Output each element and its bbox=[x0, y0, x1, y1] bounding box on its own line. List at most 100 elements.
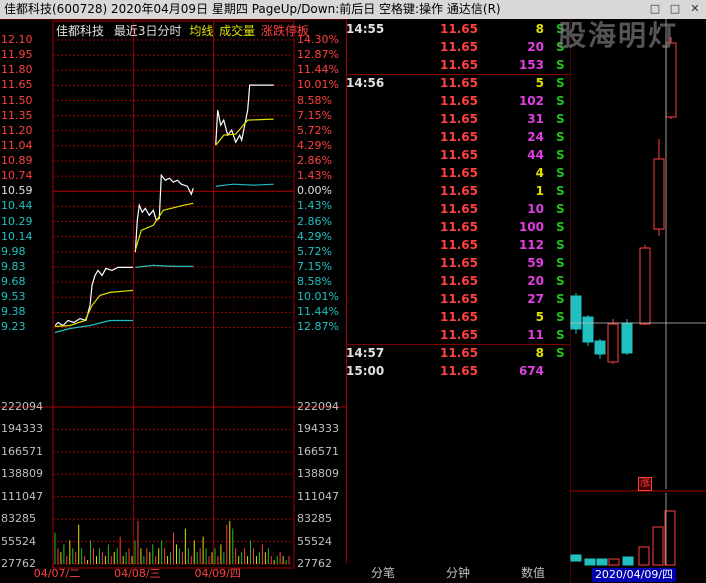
volume-label: 166571 bbox=[297, 444, 339, 458]
intraday-chart[interactable]: 佳都科技 最近3日分时 均线 成交量 涨跌停板 12.10 14.30% 11.95… bbox=[0, 19, 346, 583]
pct-label: 1.43% bbox=[297, 199, 332, 213]
price-line-day1 bbox=[54, 266, 133, 327]
tick-side: S bbox=[556, 292, 565, 306]
tick-vol: 20 bbox=[527, 40, 544, 54]
pct-label: 10.01% bbox=[297, 78, 339, 92]
pct-label: 4.29% bbox=[297, 229, 332, 243]
tick-price: 11.65 bbox=[440, 148, 478, 162]
candle-body bbox=[607, 323, 619, 363]
price-label: 9.53 bbox=[1, 290, 26, 304]
window-title: 佳都科技(600728) 2020年04月09日 星期四 PageUp/Down… bbox=[4, 2, 501, 16]
tab-minutes[interactable]: 分钟 bbox=[420, 563, 496, 583]
tick-row: 11.65 1 S bbox=[346, 182, 570, 200]
chart-header: 佳都科技 最近3日分时 均线 成交量 涨跌停板 bbox=[56, 22, 309, 39]
tick-price: 11.65 bbox=[440, 40, 478, 54]
price-line-day3 bbox=[215, 84, 274, 146]
volume-label: 222094 bbox=[297, 400, 339, 413]
candle-body bbox=[653, 158, 665, 230]
tick-price: 11.65 bbox=[440, 292, 478, 306]
tick-side: S bbox=[556, 274, 565, 288]
volume-label: 138809 bbox=[1, 467, 43, 481]
tick-vol: 8 bbox=[535, 22, 544, 36]
tick-price: 11.65 bbox=[440, 112, 478, 126]
tick-time: 14:57 bbox=[346, 346, 385, 360]
price-label: 11.95 bbox=[1, 48, 33, 62]
tick-price: 11.65 bbox=[440, 328, 478, 342]
volume-label: 27762 bbox=[297, 557, 332, 570]
pct-label: 2.86% bbox=[297, 214, 332, 228]
tick-vol: 59 bbox=[527, 256, 544, 270]
tick-vol: 20 bbox=[527, 274, 544, 288]
tick-vol: 112 bbox=[518, 238, 544, 252]
kline-volume-bar bbox=[584, 558, 596, 566]
kline-volume-bar bbox=[652, 526, 664, 566]
tick-time: 14:55 bbox=[346, 22, 385, 36]
price-label: 12.10 bbox=[1, 33, 33, 46]
tick-row: 11.65 10 S bbox=[346, 200, 570, 218]
tick-side: S bbox=[556, 202, 565, 216]
ref-line-day3 bbox=[215, 183, 274, 187]
tick-side: S bbox=[556, 148, 565, 162]
tick-side: S bbox=[556, 310, 565, 324]
tick-row: 11.65 112 S bbox=[346, 236, 570, 254]
tick-price: 11.65 bbox=[440, 220, 478, 234]
price-label: 11.80 bbox=[1, 63, 33, 77]
tick-side: S bbox=[556, 328, 565, 342]
candle-body bbox=[639, 247, 651, 325]
tick-price: 11.65 bbox=[440, 238, 478, 252]
price-label: 10.89 bbox=[1, 154, 33, 168]
tab-values[interactable]: 数值 bbox=[496, 563, 570, 583]
tick-price: 11.65 bbox=[440, 202, 478, 216]
date-label: 04/09/四 bbox=[194, 567, 241, 580]
tick-price: 11.65 bbox=[440, 310, 478, 324]
pct-label: 1.43% bbox=[297, 169, 332, 183]
candle-body bbox=[665, 42, 677, 118]
close-icon[interactable]: ✕ bbox=[688, 2, 702, 16]
volume-label: 55524 bbox=[1, 534, 36, 548]
volume-label: 83285 bbox=[1, 512, 36, 526]
tick-side: S bbox=[556, 166, 565, 180]
kline-volume-bar bbox=[622, 556, 634, 566]
tick-time: 15:00 bbox=[346, 364, 385, 378]
watermark: 股海明灯 bbox=[558, 19, 679, 52]
tick-list[interactable]: 14:55 11.65 8 S 11.65 20 S 11.65 153 S 14:56 11.65 5… bbox=[346, 19, 570, 563]
tick-price: 11.65 bbox=[440, 130, 478, 144]
pct-label: 11.44% bbox=[297, 63, 339, 77]
pct-label: 14.30% bbox=[297, 33, 339, 46]
kline-volume-bar bbox=[664, 510, 676, 566]
tick-time: 14:56 bbox=[346, 76, 385, 90]
kline-volume-bar bbox=[638, 546, 650, 566]
tick-price: 11.65 bbox=[440, 22, 478, 36]
tick-side: S bbox=[556, 238, 565, 252]
tick-row: 11.65 102 S bbox=[346, 92, 570, 110]
ref-line-day2 bbox=[135, 264, 194, 268]
tab-ticks[interactable]: 分笔 bbox=[346, 563, 420, 583]
candle-body bbox=[582, 316, 594, 343]
kline-panel[interactable]: 涨 2020/04/09/四 bbox=[570, 19, 706, 583]
stock-name: 佳都科技 bbox=[56, 24, 105, 38]
pct-label: 7.15% bbox=[297, 108, 332, 122]
tick-vol: 31 bbox=[527, 112, 544, 126]
kline-volume-bar bbox=[608, 558, 620, 566]
kline-date-label: 2020/04/09/四 bbox=[592, 568, 676, 582]
price-label: 10.29 bbox=[1, 214, 33, 228]
kline-volume-bar bbox=[570, 554, 582, 562]
intraday-chart-svg bbox=[0, 19, 346, 569]
tick-side: S bbox=[556, 184, 565, 198]
legend-avg: 均线 bbox=[189, 24, 214, 38]
tick-vol: 5 bbox=[535, 310, 544, 324]
tick-row: 15:00 11.65 674 bbox=[346, 362, 570, 380]
pct-label: 11.44% bbox=[297, 305, 339, 319]
date-label: 04/08/三 bbox=[114, 567, 161, 580]
bottom-tabs: 分笔 分钟 数值 bbox=[346, 563, 570, 583]
tick-side: S bbox=[556, 94, 565, 108]
price-label: 9.98 bbox=[1, 244, 26, 258]
tick-row: 11.65 153 S bbox=[346, 56, 570, 74]
price-label: 10.59 bbox=[1, 184, 33, 198]
tick-side: S bbox=[556, 76, 565, 90]
price-label: 11.50 bbox=[1, 93, 33, 107]
volume-label: 222094 bbox=[1, 400, 43, 413]
tick-row: 14:55 11.65 8 S bbox=[346, 20, 570, 38]
price-label: 11.20 bbox=[1, 123, 33, 137]
date-label: 04/07/二 bbox=[33, 567, 81, 580]
